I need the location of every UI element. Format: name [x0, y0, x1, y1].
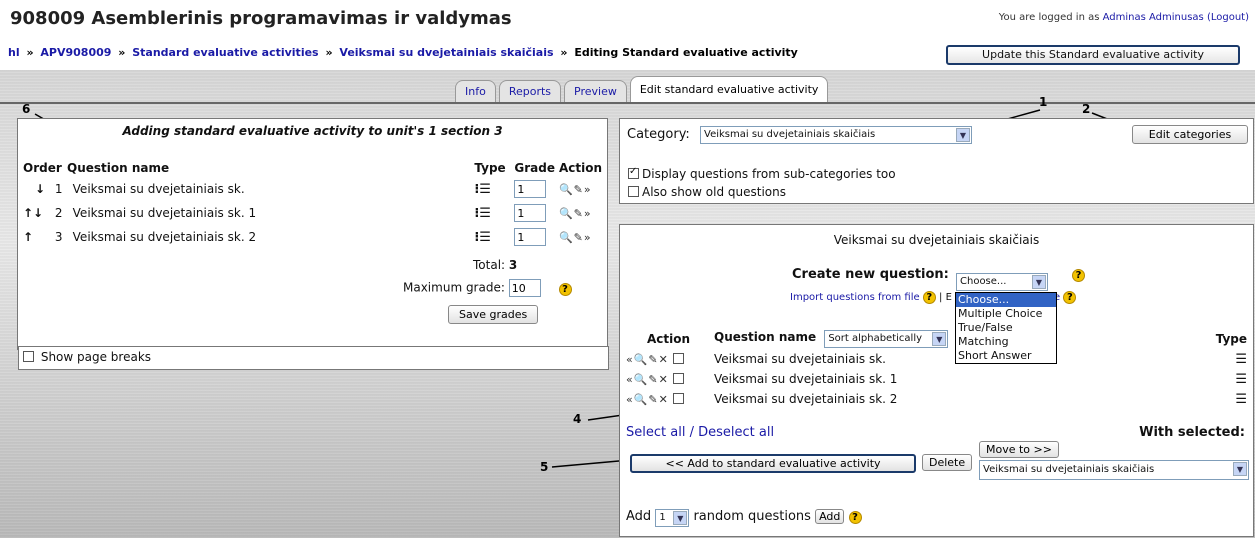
table-row: ↓ 1 Veiksmai su dvejetainiais sk. ⁝☰ 🔍✎»: [21, 177, 604, 201]
chevron-down-icon: ▼: [956, 128, 970, 142]
question-bank-table: Action Question name Sort alphabetically…: [625, 329, 1248, 409]
category-label: Category:: [627, 127, 690, 142]
table-row: ↑ 3 Veiksmai su dvejetainiais sk. 2 ⁝☰ 🔍…: [21, 225, 604, 249]
import-questions-link[interactable]: Import questions from file: [790, 292, 920, 303]
question-name: Veiksmai su dvejetainiais sk. 2: [714, 392, 898, 406]
help-icon[interactable]: ?: [922, 291, 936, 304]
add-preview-edit-delete-icons[interactable]: «🔍✎✕: [626, 373, 669, 386]
annotation-label: 2: [1082, 102, 1091, 116]
dropdown-option[interactable]: Multiple Choice: [956, 307, 1056, 321]
add-random-button[interactable]: Add: [815, 509, 845, 524]
bank-category-title: Veiksmai su dvejetainiais skaičiais: [833, 233, 1040, 247]
help-icon[interactable]: ?: [558, 282, 572, 296]
multichoice-icon: ☰: [1235, 351, 1247, 367]
create-question-label: Create new question:: [792, 267, 949, 282]
table-row: ↑↓ 2 Veiksmai su dvejetainiais sk. 1 ⁝☰ …: [21, 201, 604, 225]
sort-select[interactable]: Sort alphabetically ▼: [824, 330, 949, 348]
annotation-label: 6: [22, 102, 31, 116]
old-questions-row: Also show old questions: [628, 185, 786, 199]
total-grades: Total: 3: [473, 258, 518, 272]
panel-heading: Adding standard evaluative activity to u…: [122, 124, 503, 138]
col-action: Action: [647, 332, 691, 346]
chevron-down-icon: ▼: [932, 332, 947, 346]
random-count-select[interactable]: 1 ▼: [655, 509, 690, 527]
activity-questions-table: Order Question name Type Grade Action ↓ …: [21, 159, 604, 249]
annotation-label: 1: [1039, 95, 1048, 109]
help-icon[interactable]: ?: [848, 511, 862, 524]
category-panel: Category: Veiksmai su dvejetainiais skai…: [619, 118, 1254, 204]
question-bank-panel: Veiksmai su dvejetainiais skaičiais Crea…: [619, 224, 1254, 537]
chevron-down-icon: ▼: [1233, 462, 1247, 476]
chevron-down-icon: ▼: [673, 511, 688, 525]
col-grade: Grade: [514, 161, 555, 175]
add-preview-edit-delete-icons[interactable]: «🔍✎✕: [626, 353, 669, 366]
question-name: Veiksmai su dvejetainiais sk. 1: [72, 206, 257, 220]
move-target-select[interactable]: Veiksmai su dvejetainiais skaičiais ▼: [979, 460, 1249, 480]
show-page-breaks-row: Show page breaks: [18, 346, 609, 370]
dropdown-option[interactable]: True/False: [956, 321, 1056, 335]
col-question-name: Question name: [67, 161, 170, 175]
preview-edit-move-icons[interactable]: 🔍✎»: [559, 183, 592, 196]
select-all-link[interactable]: Select all: [626, 425, 685, 440]
dropdown-option[interactable]: Choose...: [956, 293, 1056, 307]
annotation-label: 5: [540, 460, 549, 474]
table-row: «🔍✎✕ Veiksmai su dvejetainiais sk. 2 ☰: [625, 389, 1248, 409]
col-order: Order: [23, 161, 62, 175]
delete-button[interactable]: Delete: [922, 454, 973, 471]
grade-input[interactable]: [514, 204, 547, 222]
question-name: Veiksmai su dvejetainiais sk.: [72, 182, 245, 196]
select-checkbox[interactable]: [672, 373, 684, 384]
select-links: Select all / Deselect all: [626, 425, 775, 440]
show-page-breaks-checkbox[interactable]: [23, 351, 34, 362]
edit-categories-button[interactable]: Edit categories: [1132, 125, 1248, 144]
multichoice-icon: ☰: [1235, 391, 1247, 407]
preview-edit-move-icons[interactable]: 🔍✎»: [559, 207, 592, 220]
create-question-select[interactable]: Choose... ▼: [956, 273, 1048, 291]
sub-categories-checkbox[interactable]: [628, 166, 639, 179]
import-export-links: Import questions from file ? | E: [790, 291, 952, 304]
add-preview-edit-delete-icons[interactable]: «🔍✎✕: [626, 393, 669, 406]
max-grade-input[interactable]: [508, 279, 541, 297]
help-icon[interactable]: ?: [1072, 269, 1085, 282]
col-action: Action: [558, 161, 602, 175]
add-random-row: Add 1 ▼ random questions Add ?: [626, 509, 862, 527]
move-up-down-icon[interactable]: ↑↓: [23, 206, 51, 220]
multichoice-icon: ☰: [1235, 371, 1247, 387]
select-checkbox[interactable]: [672, 353, 684, 364]
multichoice-icon: ⁝☰: [474, 205, 491, 221]
export-link-tail: e ?: [1054, 291, 1077, 304]
sub-categories-row: Display questions from sub-categories to…: [628, 166, 896, 181]
move-down-icon[interactable]: ↓: [23, 182, 51, 196]
deselect-all-link[interactable]: Deselect all: [698, 425, 774, 440]
annotation-label: 4: [573, 412, 582, 426]
add-to-activity-button[interactable]: << Add to standard evaluative activity: [630, 454, 916, 473]
select-checkbox[interactable]: [672, 393, 684, 404]
grade-input[interactable]: [514, 180, 547, 198]
question-name: Veiksmai su dvejetainiais sk. 1: [714, 372, 898, 386]
table-row: «🔍✎✕ Veiksmai su dvejetainiais sk. ☰: [625, 349, 1248, 369]
max-grade-row: Maximum grade: ?: [403, 279, 572, 297]
help-icon[interactable]: ?: [1063, 291, 1077, 304]
col-type: Type: [1215, 332, 1247, 346]
create-question-dropdown[interactable]: Choose... Multiple Choice True/False Mat…: [955, 292, 1057, 364]
save-grades-button[interactable]: Save grades: [448, 305, 539, 324]
with-selected-label: With selected:: [1139, 425, 1245, 440]
grade-input[interactable]: [514, 228, 547, 246]
table-row: «🔍✎✕ Veiksmai su dvejetainiais sk. 1 ☰: [625, 369, 1248, 389]
activity-contents-panel: Adding standard evaluative activity to u…: [17, 118, 608, 350]
move-to-button[interactable]: Move to >>: [979, 441, 1059, 458]
multichoice-icon: ⁝☰: [474, 181, 491, 197]
category-select[interactable]: Veiksmai su dvejetainiais skaičiais ▼: [700, 126, 972, 144]
preview-edit-move-icons[interactable]: 🔍✎»: [559, 231, 592, 244]
chevron-down-icon: ▼: [1032, 275, 1046, 289]
dropdown-option[interactable]: Short Answer: [956, 349, 1056, 363]
move-up-icon[interactable]: ↑: [23, 230, 51, 244]
dropdown-option[interactable]: Matching: [956, 335, 1056, 349]
old-questions-checkbox[interactable]: [628, 186, 639, 197]
multichoice-icon: ⁝☰: [474, 229, 491, 245]
question-name: Veiksmai su dvejetainiais sk. 2: [72, 230, 257, 244]
col-type: Type: [474, 161, 506, 175]
